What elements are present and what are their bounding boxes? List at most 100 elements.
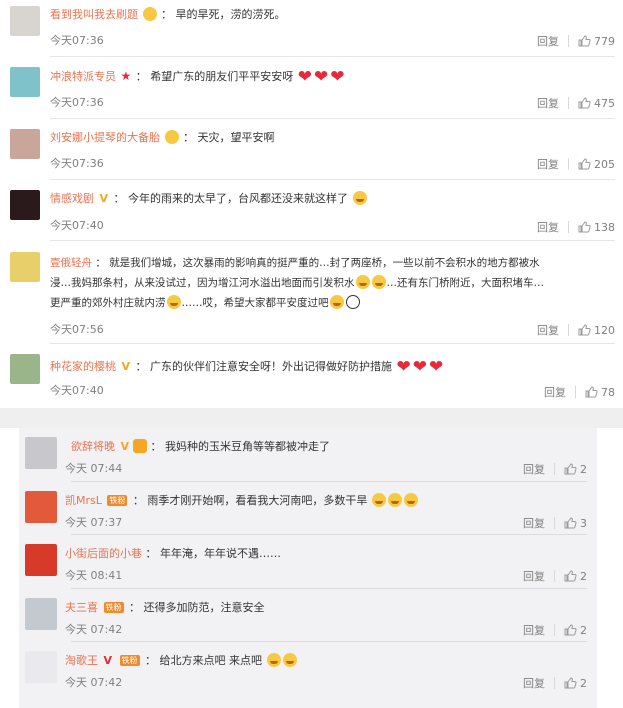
- comment-line: 刘安娜小提琴的大备胎 ： 天灾，望平安啊: [50, 129, 275, 147]
- comment-line: 夫三喜 铁粉 ： 还得多加防范，注意安全: [65, 599, 265, 617]
- like-button[interactable]: 2: [564, 463, 587, 476]
- reply-button[interactable]: 回复: [523, 461, 545, 477]
- avatar[interactable]: [25, 491, 57, 523]
- username-link[interactable]: 夫三喜: [65, 601, 98, 614]
- timestamp: 今天07:36: [50, 34, 104, 47]
- reply-button[interactable]: 回复: [537, 219, 559, 235]
- username-link[interactable]: 小街后面的小巷: [65, 547, 142, 560]
- username-link[interactable]: 冲浪特派专员: [50, 70, 116, 83]
- comment-line: 淘歌王 V 铁粉 ： 给北方来点吧 来点吧: [65, 652, 298, 670]
- sub-comment-item: 淘歌王 V 铁粉 ： 给北方来点吧 来点吧 今天 07:42 回复 2: [19, 642, 597, 696]
- like-button[interactable]: 779: [578, 35, 615, 48]
- reply-button[interactable]: 回复: [523, 515, 545, 531]
- thumbs-up-icon: [578, 157, 591, 169]
- comment-line: 凯MrsL 铁粉 ： 雨季才刚开始啊，看看我大河南吧，多数干旱: [65, 492, 419, 510]
- like-button[interactable]: 3: [564, 517, 587, 530]
- timestamp: 今天 07:42: [65, 623, 123, 636]
- timestamp: 今天 07:42: [65, 676, 123, 689]
- divider: [554, 517, 555, 529]
- comment-item: 冲浪特派专员 ★ ： 希望广东的朋友们平平安安呀 ❤ ❤ ❤ 今天07:36 回复 …: [0, 57, 623, 119]
- verified-v-icon: V: [120, 440, 130, 453]
- divider: [568, 97, 569, 109]
- comment-text: 雨季才刚开始啊，看看我大河南吧，多数干旱: [147, 494, 368, 507]
- reply-button[interactable]: 回复: [537, 156, 559, 172]
- avatar[interactable]: [10, 252, 40, 282]
- like-button[interactable]: 120: [578, 324, 615, 337]
- member-badge-icon: [133, 439, 148, 453]
- avatar[interactable]: [10, 6, 40, 36]
- comment-text: 给北方来点吧 来点吧: [159, 654, 263, 667]
- comment-text: 希望广东的朋友们平平安安呀: [150, 70, 294, 83]
- timestamp: 今天07:56: [50, 323, 104, 336]
- comment-line: 小街后面的小巷 ： 年年淹，年年说不遇……: [65, 545, 281, 563]
- comment-line: 看到我叫我去刷题 ： 旱的旱死，涝的涝死。: [50, 6, 286, 24]
- reply-button[interactable]: 回复: [523, 568, 545, 584]
- username-link[interactable]: 凯MrsL: [65, 494, 102, 507]
- thumbs-up-icon: [564, 676, 577, 688]
- like-button[interactable]: 2: [564, 624, 587, 637]
- reply-button[interactable]: 回复: [523, 675, 545, 691]
- reply-button[interactable]: 回复: [537, 95, 559, 111]
- colon: ：: [145, 654, 157, 667]
- thumbs-up-icon: [564, 623, 577, 635]
- reply-button[interactable]: 回复: [523, 622, 545, 638]
- avatar[interactable]: [25, 598, 57, 630]
- crying-emoji-icon: [371, 275, 386, 289]
- username-link[interactable]: 欲辞将晚: [71, 440, 115, 453]
- avatar[interactable]: [25, 544, 57, 576]
- reply-button[interactable]: 回复: [537, 322, 559, 338]
- comment-text: 年年淹，年年说不遇……: [160, 547, 281, 560]
- avatar[interactable]: [10, 354, 40, 384]
- reply-button[interactable]: 回复: [537, 33, 559, 49]
- comment-text: 我妈种的玉米豆角等等都被冲走了: [165, 440, 331, 453]
- like-button[interactable]: 2: [564, 677, 587, 690]
- divider: [568, 221, 569, 233]
- comment-line: 欲辞将晚 V ： 我妈种的玉米豆角等等都被冲走了: [71, 438, 330, 456]
- username-link[interactable]: 情感戏剧: [50, 192, 94, 205]
- timestamp: 今天07:36: [50, 157, 104, 170]
- avatar[interactable]: [10, 67, 40, 97]
- like-count: 2: [580, 569, 587, 583]
- divider: [554, 624, 555, 636]
- comment-text: ……哎，希望大家都平安度过吧: [181, 297, 329, 309]
- avatar[interactable]: [10, 190, 40, 220]
- like-button[interactable]: 138: [578, 221, 615, 234]
- crying-emoji-icon: [166, 295, 181, 309]
- colon: ：: [135, 70, 147, 83]
- username-link[interactable]: 壹俄轻舟: [50, 257, 92, 269]
- avatar[interactable]: [10, 129, 40, 159]
- comment-item: 刘安娜小提琴的大备胎 ： 天灾，望平安啊 今天07:36 回复 205: [0, 119, 623, 180]
- comment-text: 浸…我妈那条村，从来没试过，因为增江河水溢出地面而引发积水: [50, 277, 355, 289]
- like-count: 78: [601, 385, 615, 399]
- colon: ：: [129, 601, 140, 614]
- colon: ：: [132, 494, 144, 507]
- crying-emoji-icon: [403, 493, 418, 507]
- username-link[interactable]: 刘安娜小提琴的大备胎: [50, 131, 160, 144]
- like-button[interactable]: 205: [578, 158, 615, 171]
- username-link[interactable]: 种花家的樱桃: [50, 360, 116, 373]
- like-button[interactable]: 78: [585, 386, 615, 399]
- avatar[interactable]: [25, 437, 57, 469]
- username-link[interactable]: 看到我叫我去刷题: [50, 8, 138, 21]
- comment-line: 种花家的樱桃 V ： 广东的伙伴们注意安全呀！外出记得做好防护措施 ❤ ❤ ❤: [50, 358, 444, 376]
- heart-icon: ❤: [396, 357, 411, 377]
- sub-comment-item: 小街后面的小巷 ： 年年淹，年年说不遇…… 今天 08:41 回复 2: [19, 535, 597, 589]
- like-button[interactable]: 475: [578, 97, 615, 110]
- sub-comment-list: 欲辞将晚 V ： 我妈种的玉米豆角等等都被冲走了 今天 07:44 回复 2 凯…: [19, 428, 597, 708]
- comment-line: 壹俄轻舟 ： 就是我们增城，这次暴雨的影响真的挺严重的…封了两座桥，一些以前不会…: [50, 254, 540, 272]
- like-button[interactable]: 2: [564, 570, 587, 583]
- like-count: 205: [594, 157, 615, 171]
- fan-badge: 铁粉: [103, 602, 124, 613]
- thumbs-up-icon: [564, 569, 577, 581]
- colon: ：: [183, 131, 194, 144]
- like-count: 2: [580, 623, 587, 637]
- divider: [554, 677, 555, 689]
- like-count: 2: [580, 676, 587, 690]
- fan-badge: 铁粉: [119, 655, 140, 666]
- reply-button[interactable]: 回复: [544, 384, 566, 400]
- like-count: 138: [594, 220, 615, 234]
- comment-item: 情感戏剧 V ： 今年的雨来的太早了，台风都还没来就这样了 今天07:40 回复…: [0, 180, 623, 241]
- sub-comment-item: 凯MrsL 铁粉 ： 雨季才刚开始啊，看看我大河南吧，多数干旱 今天 07:37…: [19, 482, 597, 535]
- avatar[interactable]: [25, 651, 57, 683]
- username-link[interactable]: 淘歌王: [65, 654, 98, 667]
